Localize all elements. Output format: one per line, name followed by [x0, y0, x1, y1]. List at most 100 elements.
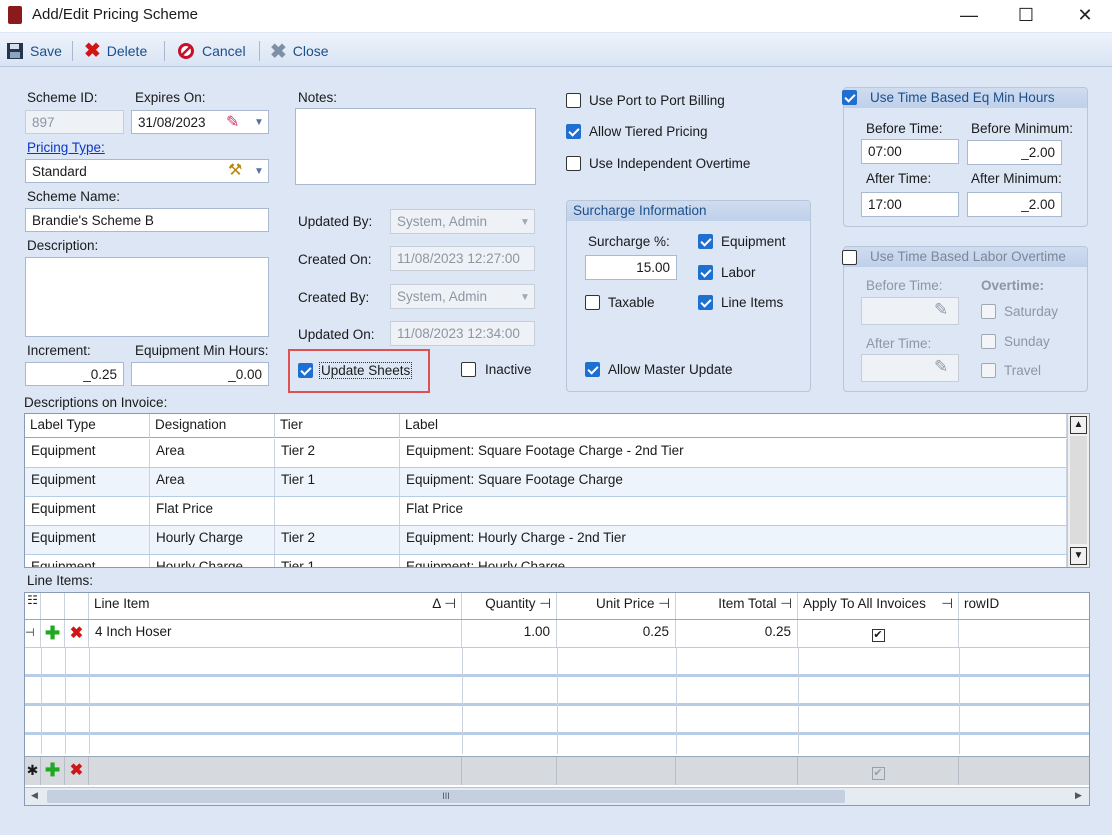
- delete-row-button[interactable]: ✖: [65, 620, 89, 647]
- sort-pin-icon[interactable]: Δ ⊣: [432, 596, 456, 616]
- after-time-field[interactable]: 17:00: [861, 192, 959, 217]
- scroll-right-icon[interactable]: ▶: [1075, 790, 1082, 801]
- close-window-button[interactable]: ✕: [1062, 0, 1108, 32]
- pencil-icon[interactable]: ✎: [934, 357, 948, 377]
- pencil-icon[interactable]: ✎: [934, 300, 948, 320]
- chevron-down-icon[interactable]: ▼: [520, 217, 530, 228]
- pin-icon[interactable]: ⊣: [539, 596, 551, 611]
- equip-min-hours-field[interactable]: _0.00: [131, 362, 269, 386]
- chevron-down-icon[interactable]: ▼: [520, 292, 530, 303]
- new-cell[interactable]: [89, 757, 462, 785]
- row-pin-icon[interactable]: ⊣: [25, 620, 41, 647]
- chevron-down-icon[interactable]: ▼: [254, 117, 264, 128]
- scheme-name-field[interactable]: Brandie's Scheme B: [25, 208, 269, 232]
- horizontal-scrollbar[interactable]: ◀ III ▶: [25, 787, 1089, 805]
- new-cell[interactable]: [959, 757, 1089, 785]
- table-row[interactable]: ⊣ ✚ ✖ 4 Inch Hoser 1.00 0.25 0.25 ✔: [25, 620, 1089, 648]
- col-line-item[interactable]: Line Item Δ ⊣: [89, 593, 462, 619]
- saturday-checkbox[interactable]: Saturday: [981, 304, 1058, 319]
- travel-checkbox[interactable]: Travel: [981, 363, 1041, 378]
- cell-apply-all[interactable]: ✔: [798, 620, 959, 647]
- new-cell[interactable]: ✔: [798, 757, 959, 785]
- pin-icon[interactable]: ⊣: [780, 596, 792, 611]
- col-designation[interactable]: Designation: [150, 414, 275, 438]
- eraser-icon[interactable]: ✎: [226, 112, 239, 132]
- checkmark-icon[interactable]: ✔: [871, 767, 885, 780]
- scroll-left-icon[interactable]: ◀: [31, 790, 38, 801]
- updated-by-select[interactable]: System, Admin: [390, 209, 535, 234]
- column-chooser-icon[interactable]: ☷: [25, 593, 41, 619]
- delete-row-button[interactable]: ✖: [65, 757, 89, 785]
- scroll-thumb[interactable]: [1070, 436, 1087, 544]
- add-row-button[interactable]: ✚: [41, 757, 65, 785]
- col-tier[interactable]: Tier: [275, 414, 400, 438]
- cell-unit-price[interactable]: 0.25: [557, 620, 676, 647]
- col-row-id[interactable]: rowID: [959, 593, 1089, 619]
- col-quantity[interactable]: Quantity ⊣: [462, 593, 557, 619]
- increment-field[interactable]: _0.25: [25, 362, 124, 386]
- created-by-select[interactable]: System, Admin: [390, 284, 535, 309]
- master-update-checkbox[interactable]: Allow Master Update: [585, 362, 733, 377]
- invoice-desc-grid[interactable]: Label Type Designation Tier Label Equipm…: [24, 413, 1090, 568]
- new-row[interactable]: ✱ ✚ ✖ ✔: [25, 756, 1089, 785]
- col-unit-price[interactable]: Unit Price ⊣: [557, 593, 676, 619]
- expires-on-field[interactable]: 31/08/2023: [131, 110, 269, 134]
- pricing-type-link[interactable]: Pricing Type:: [27, 140, 105, 155]
- update-sheets-checkbox[interactable]: Update Sheets: [298, 362, 413, 379]
- created-on-field[interactable]: 11/08/2023 12:27:00: [390, 246, 535, 271]
- new-cell[interactable]: [557, 757, 676, 785]
- scheme-id-field[interactable]: 897: [25, 110, 124, 134]
- independent-overtime-checkbox[interactable]: Use Independent Overtime: [566, 156, 750, 171]
- cancel-button[interactable]: Cancel: [176, 41, 246, 61]
- add-row-button[interactable]: ✚: [41, 620, 65, 647]
- cell-row-id[interactable]: [959, 620, 1089, 647]
- description-field[interactable]: [25, 257, 269, 337]
- after-minimum-field[interactable]: _2.00: [967, 192, 1062, 217]
- minimize-button[interactable]: —: [946, 0, 992, 32]
- taxable-checkbox[interactable]: Taxable: [585, 295, 655, 310]
- pin-icon[interactable]: ⊣: [658, 596, 670, 611]
- col-label-type[interactable]: Label Type: [25, 414, 150, 438]
- port-to-port-checkbox[interactable]: Use Port to Port Billing: [566, 93, 725, 108]
- table-row[interactable]: Equipment Hourly Charge Tier 1 Equipment…: [25, 555, 1067, 567]
- save-button[interactable]: Save: [6, 41, 62, 61]
- new-cell[interactable]: [462, 757, 557, 785]
- hammer-icon[interactable]: ⚒: [228, 160, 242, 180]
- before-time-field[interactable]: 07:00: [861, 139, 959, 164]
- pin-icon[interactable]: ⊣: [941, 596, 953, 616]
- surcharge-line-items-checkbox[interactable]: Line Items: [698, 295, 783, 310]
- checkmark-icon[interactable]: ✔: [871, 629, 885, 642]
- table-row[interactable]: Equipment Flat Price Flat Price: [25, 497, 1067, 526]
- cell-quantity[interactable]: 1.00: [462, 620, 557, 647]
- eq-min-hours-checkbox[interactable]: [842, 90, 857, 105]
- scroll-thumb[interactable]: III: [47, 790, 845, 803]
- sunday-checkbox[interactable]: Sunday: [981, 334, 1050, 349]
- cell-line-item[interactable]: 4 Inch Hoser: [89, 620, 462, 647]
- new-cell[interactable]: [676, 757, 798, 785]
- table-row[interactable]: Equipment Hourly Charge Tier 2 Equipment…: [25, 526, 1067, 555]
- table-row[interactable]: Equipment Area Tier 2 Equipment: Square …: [25, 439, 1067, 468]
- notes-field[interactable]: [295, 108, 536, 185]
- surcharge-equipment-checkbox[interactable]: Equipment: [698, 234, 786, 249]
- maximize-button[interactable]: ☐: [1003, 0, 1049, 32]
- tiered-pricing-checkbox[interactable]: Allow Tiered Pricing: [566, 124, 708, 139]
- col-apply-all[interactable]: Apply To All Invoices ⊣: [798, 593, 959, 619]
- labor-overtime-checkbox[interactable]: [842, 250, 857, 265]
- surcharge-percent-field[interactable]: 15.00: [585, 255, 677, 280]
- col-label[interactable]: Label: [400, 414, 1067, 438]
- table-row[interactable]: Equipment Area Tier 1 Equipment: Square …: [25, 468, 1067, 497]
- close-button[interactable]: ✖ Close: [270, 40, 329, 63]
- vertical-scrollbar[interactable]: ▲ ▼: [1067, 414, 1089, 567]
- gray-x-icon: ✖: [270, 40, 287, 63]
- line-items-grid[interactable]: ☷ Line Item Δ ⊣ Quantity ⊣ Unit Price ⊣ I…: [24, 592, 1090, 806]
- surcharge-labor-checkbox[interactable]: Labor: [698, 265, 756, 280]
- inactive-checkbox[interactable]: Inactive: [461, 362, 532, 377]
- delete-button[interactable]: ✖ Delete: [84, 41, 147, 61]
- scroll-down-icon[interactable]: ▼: [1070, 547, 1087, 565]
- col-item-total[interactable]: Item Total ⊣: [676, 593, 798, 619]
- before-minimum-field[interactable]: _2.00: [967, 140, 1062, 165]
- updated-on-field[interactable]: 11/08/2023 12:34:00: [390, 321, 535, 346]
- cell-item-total[interactable]: 0.25: [676, 620, 798, 647]
- scroll-up-icon[interactable]: ▲: [1070, 416, 1087, 434]
- chevron-down-icon[interactable]: ▼: [254, 166, 264, 177]
